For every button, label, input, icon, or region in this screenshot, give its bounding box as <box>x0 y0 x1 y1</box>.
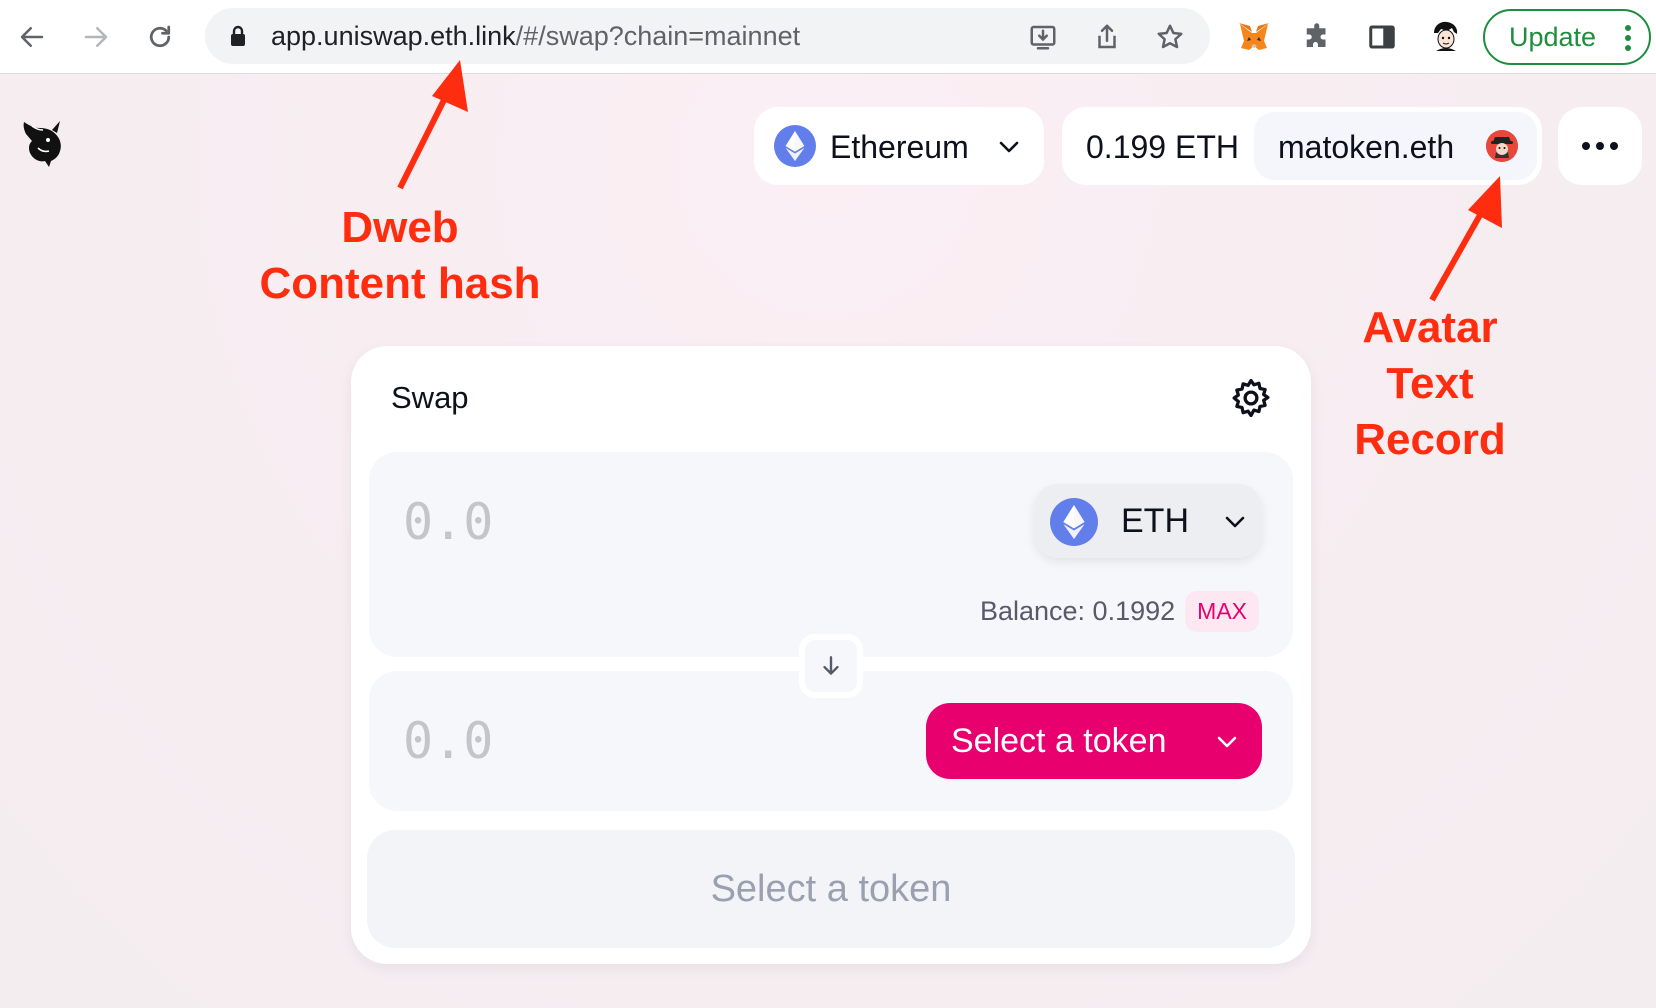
star-icon[interactable] <box>1155 22 1185 52</box>
annotation-dweb: Dweb Content hash <box>230 200 570 312</box>
input-token-selector[interactable]: ETH <box>1034 484 1262 558</box>
metamask-extension[interactable] <box>1236 19 1272 55</box>
annotation-avatar-line3: Record <box>1354 415 1506 464</box>
eth-balance: 0.199 ETH <box>1086 129 1239 165</box>
ethereum-icon <box>774 125 816 167</box>
share-icon[interactable] <box>1092 22 1122 52</box>
annotation-dweb-line1: Dweb <box>341 203 459 252</box>
kebab-menu-icon[interactable] <box>1625 24 1631 52</box>
gear-icon[interactable] <box>1229 376 1273 420</box>
network-selector[interactable]: Ethereum <box>754 107 1044 185</box>
annotation-avatar-line2: Text <box>1386 359 1474 408</box>
input-token-label: ETH <box>1121 502 1189 540</box>
url-path: /#/swap?chain=mainnet <box>515 21 801 51</box>
account-widget[interactable]: 0.199 ETH matoken.eth <box>1062 107 1542 185</box>
switch-direction-button[interactable] <box>799 634 863 698</box>
update-label: Update <box>1509 21 1597 52</box>
sidepanel-icon <box>1369 25 1395 49</box>
output-amount-field[interactable]: 0.0 <box>403 713 493 769</box>
ens-name: matoken.eth <box>1278 129 1455 165</box>
lock-icon <box>231 25 245 46</box>
more-button[interactable] <box>1558 107 1642 185</box>
chevron-down-icon <box>1225 516 1245 528</box>
select-token-button[interactable]: Select a token <box>926 703 1262 779</box>
forward-button[interactable] <box>76 17 116 57</box>
browser-toolbar: app.uniswap.eth.link/#/swap?chain=mainne… <box>0 0 1656 74</box>
avatar <box>1486 130 1518 162</box>
side-panel-button[interactable] <box>1364 19 1400 55</box>
max-button[interactable]: MAX <box>1185 590 1259 632</box>
url-host: app.uniswap.eth.link <box>271 21 516 51</box>
back-button[interactable] <box>12 17 52 57</box>
reload-icon <box>149 25 171 48</box>
swap-action-button[interactable]: Select a token <box>367 830 1295 948</box>
address-bar[interactable]: app.uniswap.eth.link/#/swap?chain=mainne… <box>205 8 1210 64</box>
balance-row: Balance: 0.1992 MAX <box>979 590 1259 632</box>
back-arrow-icon <box>20 27 44 47</box>
swap-card: Swap 0.0 ETH Balance: 0.1992 MAX 0.0 Sel… <box>351 346 1311 964</box>
select-token-label: Select a token <box>951 722 1167 760</box>
metamask-fox-icon <box>1239 23 1269 50</box>
ethereum-icon <box>1050 498 1098 546</box>
input-amount-field[interactable]: 0.0 <box>403 494 493 550</box>
install-icon[interactable] <box>1028 22 1058 52</box>
uniswap-unicorn-icon[interactable] <box>18 118 68 170</box>
arrow-down-icon <box>823 656 839 675</box>
annotation-avatar-line1: Avatar <box>1362 303 1498 352</box>
chevron-down-icon <box>1217 736 1237 748</box>
reload-button[interactable] <box>140 17 180 57</box>
token-balance: Balance: 0.1992 <box>979 595 1176 626</box>
profile-avatar-icon <box>1429 20 1463 54</box>
chevron-down-icon <box>999 141 1019 153</box>
swap-title: Swap <box>391 380 469 415</box>
more-dots-icon <box>1582 142 1618 150</box>
input-token-panel: 0.0 ETH Balance: 0.1992 MAX <box>369 452 1293 657</box>
annotation-avatar: Avatar Text Record <box>1330 300 1530 468</box>
forward-arrow-icon <box>84 27 108 47</box>
extensions-button[interactable] <box>1300 19 1336 55</box>
update-button[interactable]: Update <box>1483 9 1651 65</box>
swap-action-label: Select a token <box>710 867 952 910</box>
annotation-dweb-line2: Content hash <box>259 259 541 308</box>
network-label: Ethereum <box>830 129 969 165</box>
url-text[interactable]: app.uniswap.eth.link/#/swap?chain=mainne… <box>271 21 800 51</box>
profile-button[interactable] <box>1428 19 1464 55</box>
puzzle-extension-icon <box>1306 23 1326 47</box>
ens-account-button[interactable]: matoken.eth <box>1254 112 1537 180</box>
